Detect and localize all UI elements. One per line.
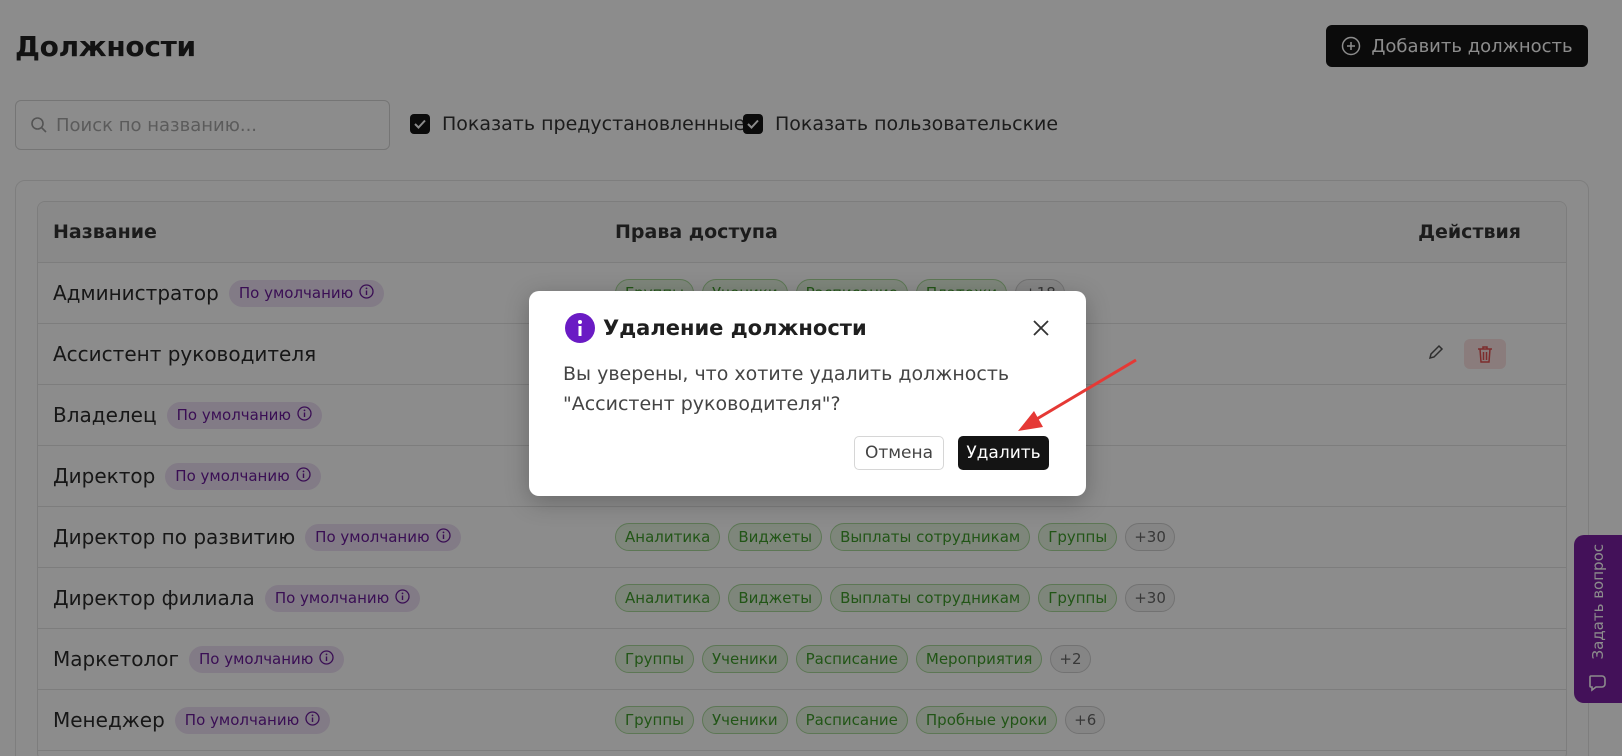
info-icon	[565, 313, 595, 343]
cancel-button[interactable]: Отмена	[854, 436, 944, 470]
confirm-delete-button[interactable]: Удалить	[958, 436, 1049, 470]
delete-role-dialog: Удаление должности Вы уверены, что хотит…	[529, 291, 1086, 496]
close-icon	[1033, 319, 1049, 336]
close-dialog-button[interactable]	[1029, 317, 1053, 341]
dialog-message: Вы уверены, что хотите удалить должность…	[563, 363, 1010, 415]
dialog-title: Удаление должности	[565, 313, 867, 343]
dialog-title-text: Удаление должности	[603, 316, 867, 340]
